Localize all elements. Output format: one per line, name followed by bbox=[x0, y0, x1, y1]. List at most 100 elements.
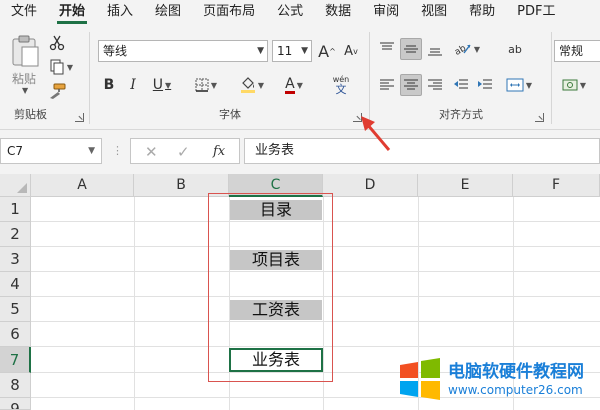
row-header-6[interactable]: 6 bbox=[0, 322, 31, 347]
insert-function-icon[interactable]: fx bbox=[213, 144, 225, 159]
font-color-icon: A bbox=[285, 75, 295, 94]
fill-color-button[interactable]: ▼ bbox=[236, 74, 268, 96]
align-right-button[interactable] bbox=[424, 74, 446, 96]
menu-home[interactable]: 开始 bbox=[48, 0, 96, 24]
cancel-icon[interactable]: ✕ bbox=[145, 143, 158, 161]
menu-formulas[interactable]: 公式 bbox=[266, 0, 314, 24]
chevron-down-icon: ▼ bbox=[88, 146, 95, 156]
align-center-icon bbox=[404, 79, 418, 90]
borders-icon bbox=[195, 78, 209, 92]
copy-icon bbox=[50, 59, 64, 75]
column-header-f[interactable]: F bbox=[513, 174, 600, 197]
highlight-box bbox=[208, 193, 333, 382]
align-bottom-icon bbox=[428, 48, 442, 56]
underline-button[interactable]: U ▼ bbox=[146, 74, 178, 96]
row-header-1[interactable]: 1 bbox=[0, 197, 31, 222]
row-header-2[interactable]: 2 bbox=[0, 222, 31, 247]
underline-icon: U bbox=[152, 77, 164, 93]
ribbon: 粘贴 ▼ ▼ 剪贴板 等线 ▼ 11 ▼ A ^ A v B I U ▼ ▼ ▼… bbox=[0, 24, 600, 130]
menu-bar: 文件 开始 插入 绘图 页面布局 公式 数据 审阅 视图 帮助 PDF工 bbox=[0, 0, 600, 24]
align-bottom-button[interactable] bbox=[424, 38, 446, 60]
align-left-button[interactable] bbox=[376, 74, 398, 96]
formula-input[interactable]: 业务表 bbox=[244, 138, 600, 164]
column-header-a[interactable]: A bbox=[31, 174, 134, 197]
decrease-indent-icon bbox=[454, 79, 468, 89]
bold-button[interactable]: B bbox=[98, 74, 120, 96]
row-header-9[interactable]: 9 bbox=[0, 398, 31, 410]
align-top-icon bbox=[380, 42, 394, 50]
name-box-value: C7 bbox=[7, 144, 24, 158]
row-header-8[interactable]: 8 bbox=[0, 373, 31, 398]
clipboard-group: 粘贴 ▼ ▼ 剪贴板 bbox=[0, 28, 88, 128]
more-options-icon[interactable]: ⋮ bbox=[112, 144, 123, 157]
font-group-label: 字体 bbox=[219, 108, 241, 121]
menu-data[interactable]: 数据 bbox=[314, 0, 362, 24]
format-painter-icon bbox=[50, 83, 66, 99]
grow-font-button[interactable]: A ^ bbox=[316, 40, 338, 62]
chevron-down-icon: ▼ bbox=[301, 46, 308, 56]
menu-review[interactable]: 审阅 bbox=[362, 0, 410, 24]
italic-icon: I bbox=[130, 77, 136, 93]
enter-icon[interactable]: ✓ bbox=[177, 143, 190, 161]
align-left-icon bbox=[380, 79, 394, 90]
paste-label: 粘贴 bbox=[12, 72, 37, 86]
accounting-format-button[interactable]: ▼ bbox=[558, 74, 590, 96]
wrap-text-icon: ab bbox=[508, 42, 522, 56]
annotation-arrow-icon bbox=[361, 116, 391, 151]
wrap-text-button[interactable]: ab bbox=[504, 38, 526, 60]
number-group: ab 常规 ▼ bbox=[504, 28, 600, 128]
paste-button[interactable]: 粘贴 ▼ bbox=[8, 32, 42, 95]
italic-button[interactable]: I bbox=[122, 74, 144, 96]
font-name-value: 等线 bbox=[103, 44, 128, 58]
align-center-button[interactable] bbox=[400, 74, 422, 96]
bold-icon: B bbox=[103, 77, 115, 93]
shrink-font-button[interactable]: Av bbox=[340, 40, 362, 62]
menu-pdf[interactable]: PDF工 bbox=[506, 0, 566, 24]
menu-insert[interactable]: 插入 bbox=[96, 0, 144, 24]
paste-dropdown-icon[interactable]: ▼ bbox=[22, 86, 28, 95]
accounting-icon bbox=[562, 79, 578, 91]
menu-file[interactable]: 文件 bbox=[0, 0, 48, 24]
phonetic-button[interactable]: wén 文 bbox=[322, 72, 360, 98]
align-middle-icon bbox=[404, 45, 418, 53]
number-format-combo[interactable]: 常规 bbox=[554, 40, 600, 62]
orientation-icon: ab bbox=[454, 43, 471, 57]
ribbon-separator bbox=[369, 32, 370, 124]
column-header-e[interactable]: E bbox=[418, 174, 513, 197]
font-size-value: 11 bbox=[277, 44, 293, 58]
menu-help[interactable]: 帮助 bbox=[458, 0, 506, 24]
font-size-combo[interactable]: 11 ▼ bbox=[272, 40, 312, 62]
clipboard-launcher-icon[interactable] bbox=[75, 113, 84, 122]
select-all-button[interactable] bbox=[0, 174, 31, 197]
decrease-indent-button[interactable] bbox=[450, 74, 472, 96]
borders-button[interactable]: ▼ bbox=[190, 74, 222, 96]
number-format-value: 常规 bbox=[559, 44, 584, 58]
name-box[interactable]: C7 ▼ bbox=[0, 138, 102, 164]
copy-button[interactable]: ▼ bbox=[46, 56, 76, 78]
align-top-button[interactable] bbox=[376, 38, 398, 60]
row-header-4[interactable]: 4 bbox=[0, 272, 31, 297]
menu-view[interactable]: 视图 bbox=[410, 0, 458, 24]
column-header-d[interactable]: D bbox=[323, 174, 418, 197]
row-header-3[interactable]: 3 bbox=[0, 247, 31, 272]
font-color-button[interactable]: A ▼ bbox=[278, 74, 310, 96]
align-middle-button[interactable] bbox=[400, 38, 422, 60]
font-name-combo[interactable]: 等线 ▼ bbox=[98, 40, 268, 62]
menu-page-layout[interactable]: 页面布局 bbox=[192, 0, 266, 24]
formula-bar: C7 ▼ ⋮ ✕ ✓ fx 业务表 bbox=[0, 130, 600, 174]
cut-button[interactable] bbox=[46, 32, 68, 54]
menu-draw[interactable]: 绘图 bbox=[144, 0, 192, 24]
format-painter-button[interactable] bbox=[46, 80, 68, 102]
orientation-button[interactable]: ab ▼ bbox=[450, 38, 484, 60]
font-group: 等线 ▼ 11 ▼ A ^ Av B I U ▼ ▼ ▼ A ▼ wén 文 字… bbox=[92, 28, 368, 128]
increase-indent-button[interactable] bbox=[474, 74, 496, 96]
watermark-url: www.computer26.com bbox=[448, 383, 583, 397]
row-header-5[interactable]: 5 bbox=[0, 297, 31, 322]
align-right-icon bbox=[428, 79, 442, 90]
row-header-7[interactable]: 7 bbox=[0, 347, 31, 373]
phonetic-sub-icon: 文 bbox=[335, 82, 347, 96]
grow-font-icon: A bbox=[318, 41, 330, 61]
increase-indent-icon bbox=[478, 79, 492, 89]
cut-icon bbox=[49, 35, 65, 51]
formula-buttons: ✕ ✓ fx bbox=[130, 138, 240, 164]
